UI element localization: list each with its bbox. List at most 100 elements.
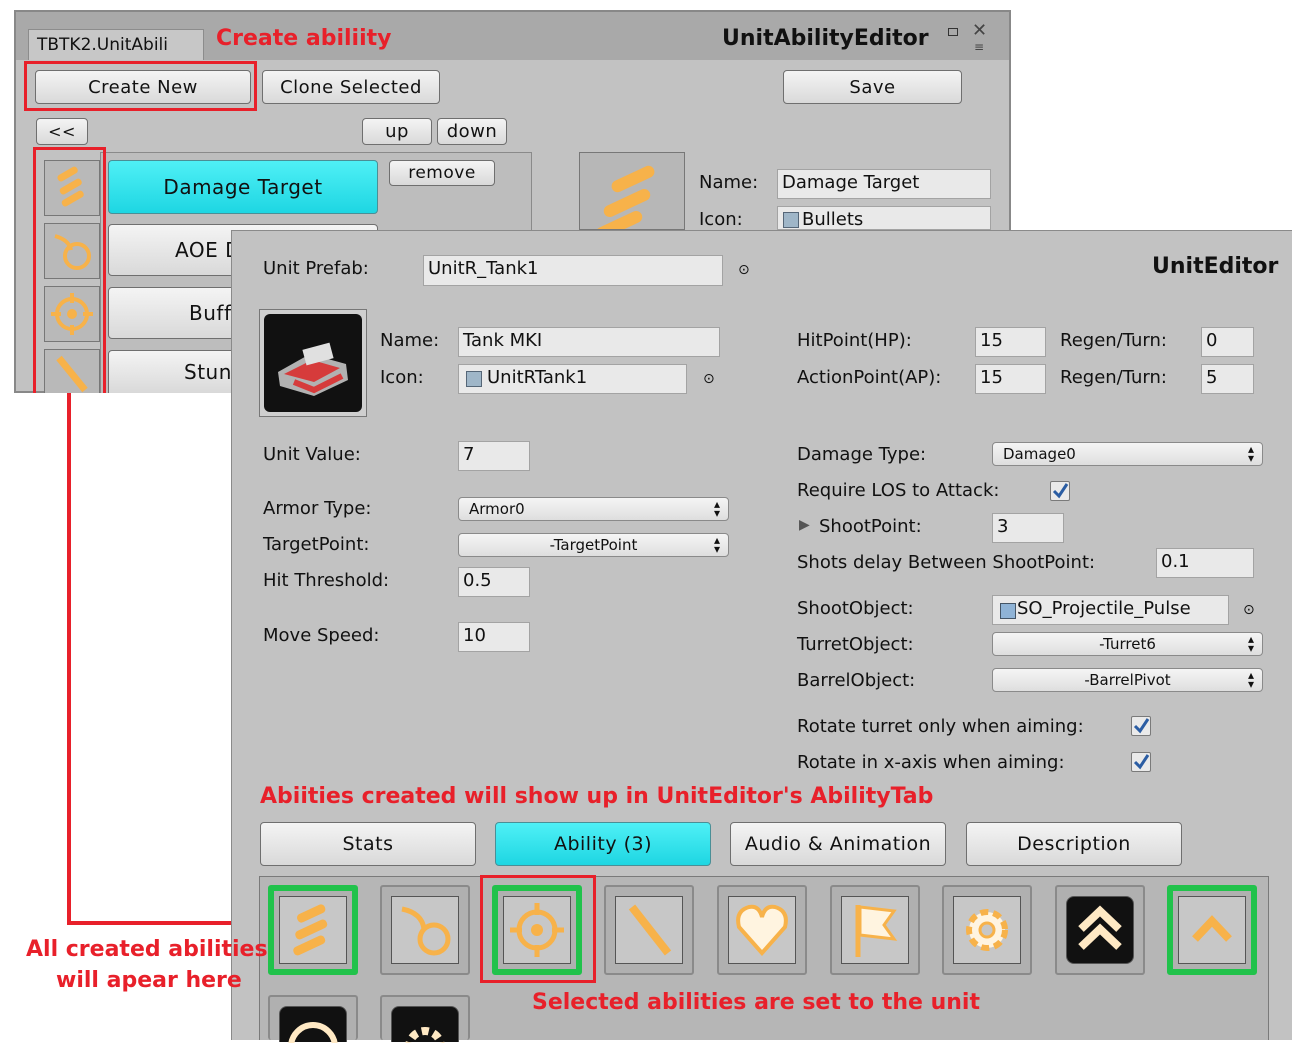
- ability-tile-heart[interactable]: [717, 885, 807, 975]
- ability-tile-syringe[interactable]: [604, 885, 694, 975]
- unit-icon-label: Icon:: [380, 367, 424, 388]
- unit-name-field[interactable]: Tank MKI: [458, 327, 720, 357]
- ability-name-label: Name:: [699, 172, 759, 193]
- ability-tile-fireball[interactable]: [380, 885, 470, 975]
- updown-icon: ▴ ▾: [713, 533, 720, 556]
- ability-tile-gear[interactable]: [942, 885, 1032, 975]
- clone-selected-button[interactable]: Clone Selected: [262, 70, 440, 104]
- ability-icon-field[interactable]: Bullets: [777, 206, 991, 230]
- collapse-button[interactable]: <<: [36, 118, 88, 145]
- all-created-annotation-line2: will apear here: [56, 968, 242, 993]
- tab-audio-animation[interactable]: Audio & Animation: [730, 822, 946, 866]
- unit-icon-field-value: UnitRTank1: [487, 367, 588, 388]
- remove-button[interactable]: remove: [389, 160, 495, 186]
- ability-tile-crosshair[interactable]: [268, 995, 358, 1048]
- connector-line-vertical: [67, 393, 71, 925]
- shoot-object-field[interactable]: SO_Projectile_Pulse: [992, 595, 1229, 625]
- sprite-icon: [466, 371, 482, 387]
- ability-tile-flag[interactable]: [830, 885, 920, 975]
- maximize-icon[interactable]: [948, 28, 958, 36]
- gear-icon: [391, 1006, 459, 1048]
- syringe-icon[interactable]: [44, 349, 100, 393]
- tab-ability[interactable]: Ability (3): [495, 822, 711, 866]
- unit-portrait-image: [264, 314, 362, 412]
- damage-type-label: Damage Type:: [797, 444, 927, 465]
- shootpoint-foldout-icon[interactable]: ▶: [799, 517, 810, 533]
- unit-editor-title: UnitEditor: [1152, 254, 1279, 279]
- save-button[interactable]: Save: [783, 70, 962, 104]
- rotate-turret-label: Rotate turret only when aiming:: [797, 716, 1084, 737]
- hit-threshold-label: Hit Threshold:: [263, 570, 390, 591]
- unit-value-field[interactable]: 7: [458, 441, 530, 471]
- ap-regen-field[interactable]: 5: [1201, 364, 1254, 394]
- bullets-icon: [279, 896, 347, 964]
- create-new-button[interactable]: Create New: [35, 70, 251, 104]
- ability-editor-tab-label: TBTK2.UnitAbili: [37, 35, 168, 55]
- up-button[interactable]: up: [362, 118, 432, 145]
- shoot-object-value: SO_Projectile_Pulse: [1017, 598, 1191, 619]
- gear-icon: [953, 896, 1021, 964]
- object-picker-icon[interactable]: ⊙: [738, 262, 750, 278]
- ability-editor-window-title: UnitAbilityEditor: [722, 26, 929, 51]
- syringe-icon: [615, 896, 683, 964]
- updown-icon: ▴ ▾: [713, 497, 720, 520]
- bullets-icon[interactable]: [44, 160, 100, 216]
- ability-item-damage-target[interactable]: Damage Target: [108, 160, 378, 214]
- barrel-object-label: BarrelObject:: [797, 670, 916, 691]
- ability-tile-upgrade[interactable]: [1167, 885, 1257, 975]
- updown-icon: ▴ ▾: [1247, 668, 1254, 691]
- ability-tile-dark-gear[interactable]: [380, 995, 470, 1048]
- target-icon[interactable]: [44, 286, 100, 342]
- hit-threshold-field[interactable]: 0.5: [458, 567, 530, 597]
- rank-chevrons-icon: [1066, 896, 1134, 964]
- checkmark-icon: [1133, 718, 1150, 734]
- hp-regen-label: Regen/Turn:: [1060, 330, 1167, 351]
- ability-icon-field-value: Bullets: [802, 209, 864, 230]
- move-speed-label: Move Speed:: [263, 625, 380, 646]
- target-point-dropdown[interactable]: -TargetPoint ▴ ▾: [458, 533, 729, 557]
- shots-delay-label: Shots delay Between ShootPoint:: [797, 552, 1096, 573]
- heart-icon: [728, 896, 796, 964]
- object-picker-icon[interactable]: ⊙: [1243, 602, 1255, 618]
- shoot-object-label: ShootObject:: [797, 598, 914, 619]
- object-picker-icon[interactable]: ⊙: [703, 371, 715, 387]
- ability-editor-tab[interactable]: TBTK2.UnitAbili: [28, 29, 204, 60]
- menu-icon[interactable]: ≡: [974, 40, 984, 54]
- unit-value-label: Unit Value:: [263, 444, 361, 465]
- barrel-object-dropdown[interactable]: -BarrelPivot ▴ ▾: [992, 668, 1263, 692]
- chevron-up-icon: [1178, 896, 1246, 964]
- unit-icon-field[interactable]: UnitRTank1: [458, 364, 687, 394]
- down-button[interactable]: down: [437, 118, 507, 145]
- move-speed-field[interactable]: 10: [458, 622, 530, 652]
- turret-object-dropdown[interactable]: -Turret6 ▴ ▾: [992, 632, 1263, 656]
- all-created-annotation-line1: All created abilities: [26, 937, 268, 962]
- ap-field[interactable]: 15: [975, 364, 1046, 394]
- fireball-icon[interactable]: [44, 223, 100, 279]
- close-icon[interactable]: ✕: [972, 20, 987, 41]
- ability-icon-label: Icon:: [699, 209, 743, 230]
- hp-regen-field[interactable]: 0: [1201, 327, 1254, 357]
- require-los-checkbox[interactable]: [1050, 481, 1070, 501]
- ability-item-buff-label: Buff: [189, 301, 232, 325]
- checkmark-icon: [1133, 754, 1150, 770]
- rotate-turret-checkbox[interactable]: [1131, 716, 1151, 736]
- shots-delay-field[interactable]: 0.1: [1156, 548, 1254, 578]
- unit-prefab-field[interactable]: UnitR_Tank1: [423, 255, 723, 286]
- armor-type-label: Armor Type:: [263, 498, 372, 519]
- ability-tile-bullets[interactable]: [268, 885, 358, 975]
- tab-stats[interactable]: Stats: [260, 822, 476, 866]
- tab-description[interactable]: Description: [966, 822, 1182, 866]
- target-point-label: TargetPoint:: [263, 534, 370, 555]
- hp-field[interactable]: 15: [975, 327, 1046, 357]
- ability-tile-target[interactable]: [492, 885, 582, 975]
- shootpoint-field[interactable]: 3: [992, 513, 1064, 543]
- rotate-x-checkbox[interactable]: [1131, 752, 1151, 772]
- updown-icon: ▴ ▾: [1247, 442, 1254, 465]
- ability-name-field[interactable]: Damage Target: [777, 169, 991, 199]
- armor-type-dropdown[interactable]: Armor0 ▴ ▾: [458, 497, 729, 521]
- ability-tile-rank-up[interactable]: [1055, 885, 1145, 975]
- checkmark-icon: [1052, 483, 1069, 499]
- target-point-value: -TargetPoint: [549, 536, 638, 554]
- fireball-icon: [391, 896, 459, 964]
- damage-type-dropdown[interactable]: Damage0 ▴ ▾: [992, 442, 1263, 466]
